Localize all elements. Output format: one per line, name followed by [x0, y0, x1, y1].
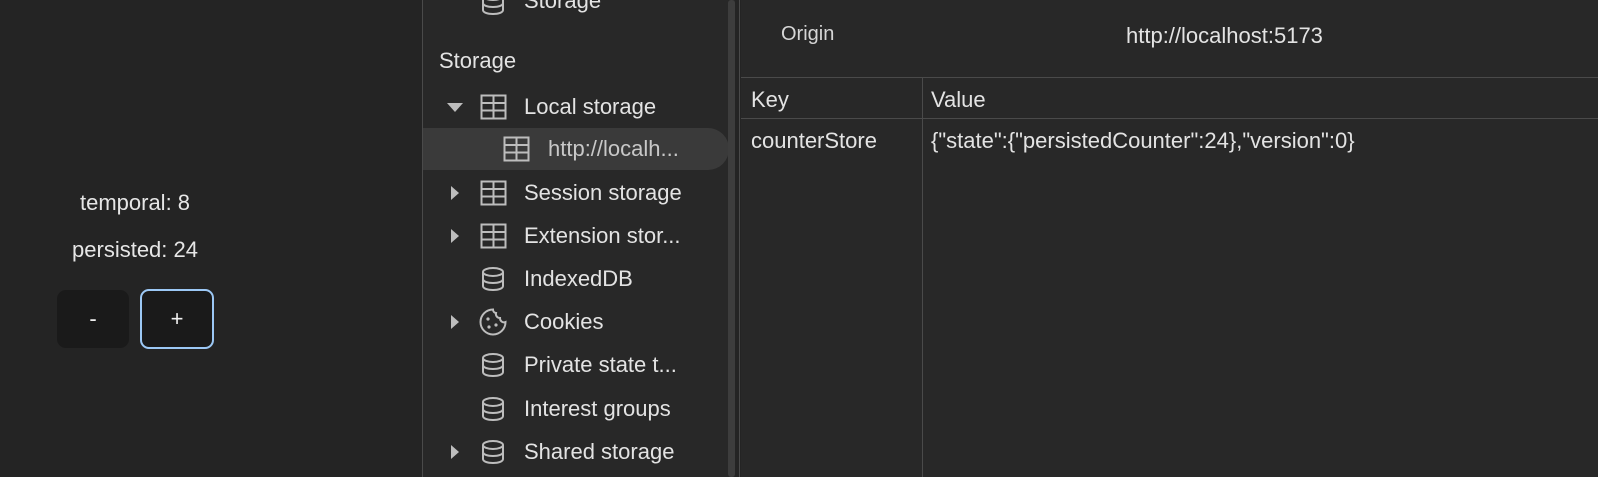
increment-button[interactable]: +	[140, 289, 214, 349]
table-cell-key[interactable]: counterStore	[751, 128, 877, 154]
header-divider	[741, 118, 1598, 119]
sidebar-item-private-state-tokens[interactable]: Private state t...	[423, 344, 735, 386]
sidebar-item-session-storage[interactable]: Session storage	[423, 172, 735, 214]
application-sidebar: Storage Storage Local storage http://loc…	[423, 0, 735, 477]
section-title-storage: Storage	[439, 48, 517, 73]
sidebar-item-storage-overview[interactable]: Storage	[423, 0, 735, 22]
sidebar-item-label: IndexedDB	[524, 266, 633, 291]
database-icon	[482, 267, 504, 292]
sidebar-item-interest-groups[interactable]: Interest groups	[423, 388, 735, 430]
column-divider[interactable]	[922, 77, 923, 477]
sidebar-item-label: Extension stor...	[524, 223, 681, 248]
table-icon	[480, 223, 507, 249]
column-header-key[interactable]: Key	[751, 87, 789, 113]
database-icon	[482, 0, 504, 16]
sidebar-item-shared-storage[interactable]: Shared storage	[423, 431, 735, 473]
chevron-right-icon[interactable]	[451, 445, 459, 459]
sidebar-item-label: Shared storage	[524, 439, 675, 464]
column-header-value[interactable]: Value	[931, 87, 986, 113]
database-icon	[482, 397, 504, 422]
sidebar-item-local-storage[interactable]: Local storage	[423, 86, 735, 128]
origin-label: Origin	[781, 23, 835, 45]
sidebar-item-extension-storage[interactable]: Extension stor...	[423, 215, 735, 257]
app-preview: temporal: 8 persisted: 24 - +	[0, 0, 422, 477]
chevron-right-icon[interactable]	[451, 229, 459, 243]
sidebar-item-indexeddb[interactable]: IndexedDB	[423, 258, 735, 300]
sidebar-item-label: http://localh...	[548, 136, 679, 161]
storage-detail-panel: Origin http://localhost:5173 Key Value c…	[741, 0, 1598, 477]
table-cell-value[interactable]: {"state":{"persistedCounter":24},"versio…	[931, 128, 1355, 154]
divider	[741, 77, 1598, 78]
table-icon	[503, 136, 530, 162]
sidebar-item-local-storage-origin[interactable]: http://localh...	[423, 128, 729, 170]
database-icon	[482, 440, 504, 465]
table-icon	[480, 94, 507, 120]
sidebar-item-label: Private state t...	[524, 352, 677, 377]
table-icon	[480, 180, 507, 206]
sidebar-item-label: Local storage	[524, 94, 657, 119]
chevron-right-icon[interactable]	[451, 186, 459, 200]
persisted-counter-text: persisted: 24	[72, 237, 198, 262]
chevron-down-icon[interactable]	[447, 103, 463, 112]
decrement-button[interactable]: -	[57, 290, 129, 348]
sidebar-item-cookies[interactable]: Cookies	[423, 301, 735, 343]
cookie-icon	[479, 308, 507, 336]
origin-value: http://localhost:5173	[1126, 23, 1323, 48]
temporal-counter-text: temporal: 8	[79, 190, 191, 215]
database-icon	[482, 353, 504, 378]
sidebar-item-label: Interest groups	[524, 396, 671, 421]
panel-divider[interactable]	[739, 0, 740, 477]
sidebar-scrollbar[interactable]	[728, 0, 735, 477]
sidebar-item-label: Session storage	[524, 180, 682, 205]
sidebar-item-label: Storage	[524, 0, 602, 13]
sidebar-item-label: Cookies	[524, 309, 604, 334]
chevron-right-icon[interactable]	[451, 315, 459, 329]
